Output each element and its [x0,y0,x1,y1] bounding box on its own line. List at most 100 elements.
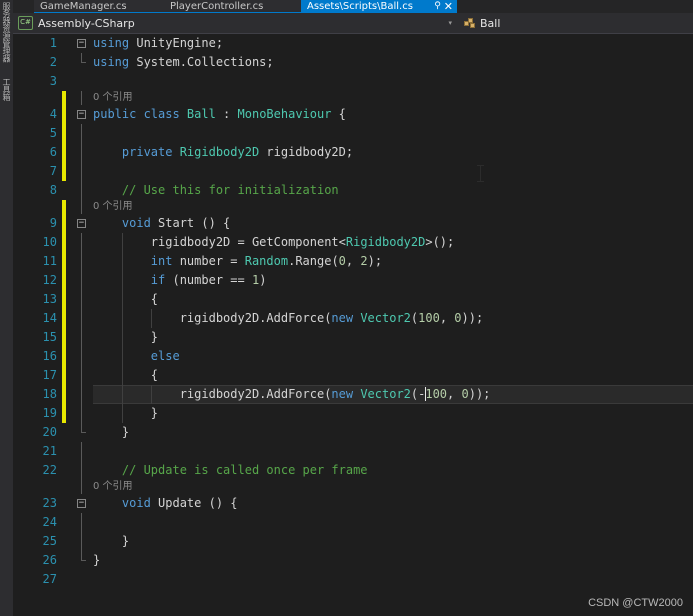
code-line[interactable]: 26} [13,551,693,570]
code-text[interactable]: } [93,404,158,423]
member-dropdown[interactable]: Ball [458,17,693,30]
fold-guide-line [81,513,82,532]
code-line[interactable]: 22 // Update is called once per frame [13,461,693,480]
code-text[interactable]: } [93,532,129,551]
code-line[interactable]: 18 rigidbody2D.AddForce(new Vector2(-100… [13,385,693,404]
code-editor[interactable]: 1− using UnityEngine; 2 using System.Collec… [13,34,693,616]
code-text[interactable]: if (number == 1) [93,271,267,290]
change-indicator [62,200,66,214]
code-line[interactable]: 14 rigidbody2D.AddForce(new Vector2(100,… [13,309,693,328]
member-name: Ball [480,16,501,30]
code-lines[interactable]: 1− using UnityEngine; 2 using System.Collec… [13,34,693,589]
code-token: Start [158,216,195,230]
code-text[interactable]: else [93,347,180,366]
project-dropdown[interactable]: C# Assembly-CSharp ▾ [13,16,458,30]
line-number: 22 [42,463,57,477]
code-line[interactable]: 24 [13,513,693,532]
fold-guide-line [81,532,82,551]
code-text[interactable]: rigidbody2D.AddForce(new Vector2(-100, 0… [93,385,490,404]
codelens-reference-count[interactable]: 0 个引用 [13,480,693,494]
code-line[interactable]: 1 − using UnityEngine; [13,34,693,53]
codelens-text[interactable]: 0 个引用 [93,480,133,494]
code-line[interactable]: 20 } [13,423,693,442]
code-text[interactable]: rigidbody2D = GetComponent<Rigidbody2D>(… [93,233,454,252]
fold-guide-line [81,252,82,271]
change-indicator [62,143,66,162]
code-token: 100 [418,311,440,325]
code-token: ); [367,254,383,268]
code-line[interactable]: 7 [13,162,693,181]
line-number: 7 [49,164,57,178]
code-line[interactable]: 10 rigidbody2D = GetComponent<Rigidbody2… [13,233,693,252]
fold-guide-line [81,200,82,214]
code-line[interactable]: 3 [13,72,693,91]
code-line[interactable]: 21 [13,442,693,461]
codelens-text[interactable]: 0 个引用 [93,200,133,214]
code-line[interactable]: 27 [13,570,693,589]
navigation-bar: C# Assembly-CSharp ▾ Ball [13,13,693,34]
code-token: () { [201,496,238,510]
change-indicator [62,214,66,233]
project-name: Assembly-CSharp [38,16,135,30]
line-number: 9 [49,216,57,230]
change-indicator [62,328,66,347]
fold-collapse-icon[interactable]: − [77,39,86,48]
change-indicator [62,105,66,124]
code-text[interactable]: } [93,551,100,570]
code-line[interactable]: 9 − void Start () { [13,214,693,233]
code-text[interactable]: using System.Collections; [93,53,274,72]
fold-collapse-icon[interactable]: − [77,219,86,228]
change-indicator [62,162,66,181]
code-text[interactable]: { [93,366,158,385]
code-text[interactable]: { [93,290,158,309]
code-line[interactable]: 8 // Use this for initialization [13,181,693,200]
fold-collapse-icon[interactable]: − [77,499,86,508]
pin-icon[interactable]: ⚲ [434,0,441,13]
code-line[interactable]: 11 int number = Random.Range(0, 2); [13,252,693,271]
codelens-reference-count[interactable]: 0 个引用 [13,200,693,214]
code-line[interactable]: 16 else [13,347,693,366]
code-token: , [447,387,462,401]
fold-collapse-icon[interactable]: − [77,110,86,119]
code-token: { [331,107,346,121]
fold-guide-end [81,551,86,561]
code-token: )); [468,387,491,401]
sidebar-item-server-explorer[interactable]: 服务器资源管理器 [0,2,13,62]
code-text[interactable]: // Use this for initialization [93,181,339,200]
codelens-reference-count[interactable]: 0 个引用 [13,91,693,105]
code-text[interactable]: void Update () { [93,494,238,513]
code-text[interactable]: using UnityEngine; [93,34,223,53]
code-text[interactable]: // Update is called once per frame [93,461,368,480]
code-token: .Range( [288,254,339,268]
tab-ball[interactable]: Assets\Scripts\Ball.cs ⚲ ✕ [301,0,457,13]
code-text[interactable]: private Rigidbody2D rigidbody2D; [93,143,353,162]
code-line[interactable]: 17 { [13,366,693,385]
code-line[interactable]: 5 [13,124,693,143]
code-text[interactable]: int number = Random.Range(0, 2); [93,252,382,271]
code-text[interactable]: } [93,328,158,347]
code-text[interactable]: rigidbody2D.AddForce(new Vector2(100, 0)… [93,309,484,328]
code-line[interactable]: 12 if (number == 1) [13,271,693,290]
code-line[interactable]: 2 using System.Collections; [13,53,693,72]
code-line[interactable]: 19 } [13,404,693,423]
code-line[interactable]: 6 private Rigidbody2D rigidbody2D; [13,143,693,162]
fold-guide-line [81,91,82,105]
code-line[interactable]: 4 − public class Ball : MonoBehaviour { [13,105,693,124]
code-text[interactable]: public class Ball : MonoBehaviour { [93,105,346,124]
fold-guide-line [81,233,82,252]
close-icon[interactable]: ✕ [444,0,453,13]
code-text[interactable]: } [93,423,129,442]
codelens-text[interactable]: 0 个引用 [93,91,133,105]
sidebar-item-toolbox[interactable]: 工具箱 [0,78,13,101]
code-line[interactable]: 13 { [13,290,693,309]
code-line[interactable]: 23 − void Update () { [13,494,693,513]
change-indicator [62,233,66,252]
line-number: 19 [42,406,57,420]
code-line[interactable]: 25 } [13,532,693,551]
code-line[interactable]: 15 } [13,328,693,347]
code-text[interactable]: void Start () { [93,214,230,233]
fold-guide-line [81,124,82,143]
line-number: 2 [49,55,57,69]
code-token: if [93,273,173,287]
chevron-down-icon[interactable]: ▾ [448,19,458,27]
